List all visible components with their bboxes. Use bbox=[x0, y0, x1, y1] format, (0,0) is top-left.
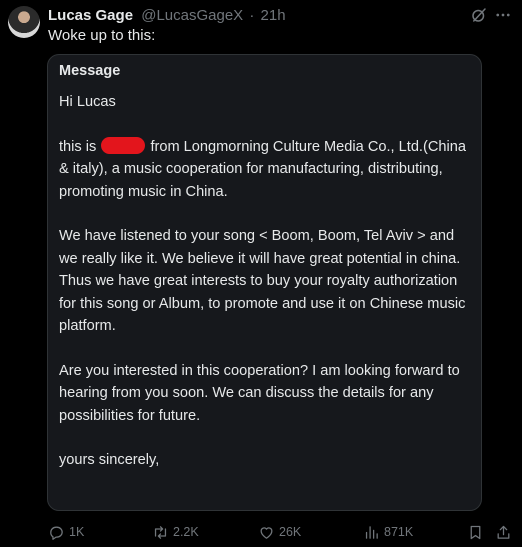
heart-icon bbox=[260, 526, 273, 539]
more-icon[interactable] bbox=[494, 6, 512, 24]
repost-count: 2.2K bbox=[173, 525, 199, 539]
like-button[interactable]: 26K bbox=[258, 522, 301, 542]
separator-dot: · bbox=[249, 7, 255, 24]
display-name[interactable]: Lucas Gage bbox=[48, 7, 133, 24]
message-card[interactable]: Message Hi Lucas this is from Longmornin… bbox=[47, 54, 482, 511]
like-count: 26K bbox=[279, 525, 302, 539]
bookmark-icon bbox=[470, 525, 481, 539]
message-closing: yours sincerely, bbox=[59, 452, 160, 469]
message-greeting: Hi Lucas bbox=[59, 94, 116, 110]
message-intro-before: this is bbox=[59, 138, 97, 155]
tweet-text: Woke up to this: bbox=[48, 27, 156, 44]
views-count: 871K bbox=[384, 525, 414, 539]
action-bar: 1K 2.2K 26K 871K bbox=[48, 522, 518, 544]
message-intro: this is from Longmorning Culture Media C… bbox=[59, 136, 469, 203]
repost-button[interactable]: 2.2K bbox=[152, 522, 199, 542]
repost-icon bbox=[154, 525, 167, 539]
message-paragraph-3: Are you interested in this cooperation? … bbox=[59, 362, 460, 424]
timestamp[interactable]: 21h bbox=[261, 7, 286, 24]
reply-count: 1K bbox=[69, 525, 85, 539]
grok-icon[interactable] bbox=[470, 6, 488, 24]
views-button[interactable]: 871K bbox=[363, 522, 413, 542]
message-title: Message bbox=[59, 63, 121, 79]
tweet[interactable]: Lucas Gage @LucasGageX · 21h Woke up to … bbox=[0, 0, 522, 547]
avatar[interactable] bbox=[8, 6, 40, 38]
bookmark-button[interactable] bbox=[467, 522, 484, 542]
message-paragraph-2: We have listened to your song < Boom, Bo… bbox=[59, 228, 466, 335]
share-icon bbox=[497, 525, 510, 539]
reply-button[interactable]: 1K bbox=[48, 522, 84, 542]
share-button[interactable] bbox=[495, 522, 512, 542]
tweet-header: Lucas Gage @LucasGageX · 21h bbox=[48, 6, 286, 26]
message-body: Hi Lucas this is from Longmorning Cultur… bbox=[59, 91, 469, 472]
handle[interactable]: @LucasGageX bbox=[141, 7, 243, 24]
reply-icon bbox=[50, 526, 63, 540]
views-icon bbox=[365, 525, 378, 539]
redacted-name bbox=[101, 136, 146, 154]
